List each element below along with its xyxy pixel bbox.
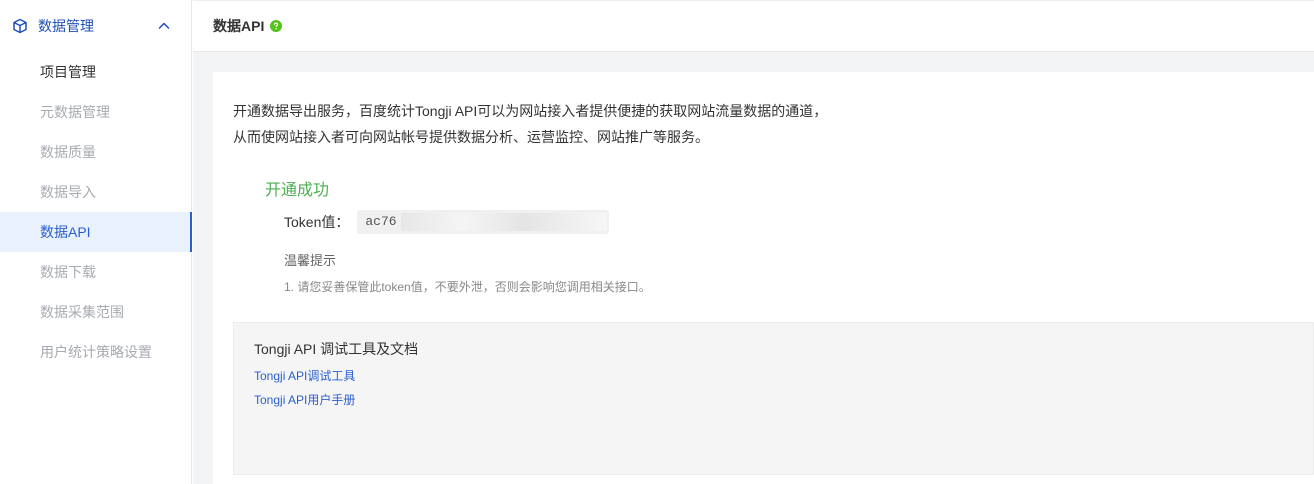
sidebar-item-label: 数据质量 xyxy=(40,144,96,160)
link-api-user-manual[interactable]: Tongji API用户手册 xyxy=(254,391,355,408)
sidebar-item-data-import[interactable]: 数据导入 xyxy=(0,172,191,212)
intro-line-1: 开通数据导出服务，百度统计Tongji API可以为网站接入者提供便捷的获取网站… xyxy=(233,103,828,119)
sidebar-item-label: 数据采集范围 xyxy=(40,304,124,320)
sidebar-section-title: 数据管理 xyxy=(38,18,94,34)
link-api-debug-tool[interactable]: Tongji API调试工具 xyxy=(254,367,355,384)
sidebar-item-data-api[interactable]: 数据API xyxy=(0,212,192,252)
tools-panel-title: Tongji API 调试工具及文档 xyxy=(254,341,419,357)
sidebar-menu: 项目管理 元数据管理 数据质量 数据导入 数据API 数据下载 数据采集范围 用… xyxy=(0,52,192,372)
token-redaction xyxy=(401,213,608,231)
app-root: 数据管理 项目管理 元数据管理 数据质量 数据导入 数据API 数据下载 数据采… xyxy=(0,0,1314,484)
cube-icon xyxy=(12,18,28,34)
sidebar-item-data-quality[interactable]: 数据质量 xyxy=(0,132,191,172)
api-content-card: 开通数据导出服务，百度统计Tongji API可以为网站接入者提供便捷的获取网站… xyxy=(213,72,1314,484)
sidebar-item-user-stat-policy[interactable]: 用户统计策略设置 xyxy=(0,332,191,372)
success-status: 开通成功 xyxy=(265,182,330,199)
tips-title: 温馨提示 xyxy=(284,253,337,268)
sidebar-section-data-management[interactable]: 数据管理 xyxy=(0,0,191,52)
sidebar: 数据管理 项目管理 元数据管理 数据质量 数据导入 数据API 数据下载 数据采… xyxy=(0,0,192,484)
sidebar-item-metadata-management[interactable]: 元数据管理 xyxy=(0,92,191,132)
intro-text: 开通数据导出服务，百度统计Tongji API可以为网站接入者提供便捷的获取网站… xyxy=(233,98,827,150)
tips-item: 1. 请您妥善保管此token值，不要外泄，否则会影响您调用相关接口。 xyxy=(284,280,651,294)
chevron-up-icon[interactable] xyxy=(157,19,171,33)
intro-line-2: 从而使网站接入者可向网站帐号提供数据分析、运营监控、网站推广等服务。 xyxy=(233,129,709,145)
tools-panel: Tongji API 调试工具及文档 Tongji API调试工具 Tongji… xyxy=(233,322,1314,475)
sidebar-item-label: 数据导入 xyxy=(40,184,96,200)
sidebar-item-label: 数据API xyxy=(40,224,91,240)
sidebar-item-label: 用户统计策略设置 xyxy=(40,344,152,360)
token-value: ac76 xyxy=(365,214,397,229)
page-header: 数据API xyxy=(193,0,1314,52)
main-area: 数据API 开通数据导出服务，百度统计Tongji API可以为网站接入者提供便… xyxy=(193,0,1314,484)
sidebar-item-collection-scope[interactable]: 数据采集范围 xyxy=(0,292,191,332)
help-circle-icon[interactable] xyxy=(270,20,283,32)
sidebar-item-label: 项目管理 xyxy=(40,64,96,80)
sidebar-item-data-download[interactable]: 数据下载 xyxy=(0,252,191,292)
page-title: 数据API xyxy=(213,18,265,34)
sidebar-item-label: 数据下载 xyxy=(40,264,96,280)
token-value-field[interactable]: ac76 xyxy=(357,210,610,234)
token-label: Token值： xyxy=(284,214,350,230)
sidebar-item-project-management[interactable]: 项目管理 xyxy=(0,52,191,92)
token-row: Token值： ac76 xyxy=(284,210,610,234)
sidebar-item-label: 元数据管理 xyxy=(40,104,110,120)
